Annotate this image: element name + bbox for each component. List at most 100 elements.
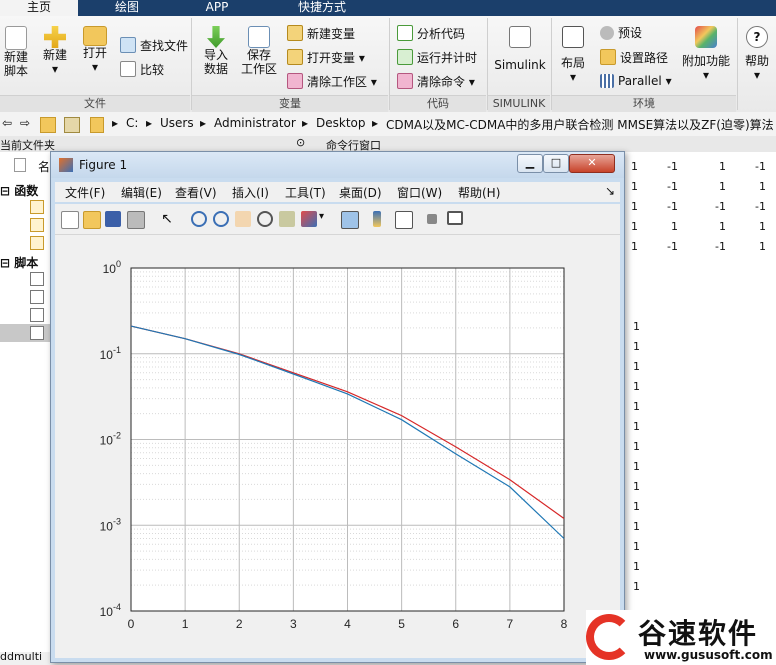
maximize-button[interactable]: □ (543, 154, 569, 173)
function-file-icon[interactable] (30, 200, 44, 214)
save-icon[interactable] (105, 211, 121, 227)
command-output-matrix: 1 -1 1 -1 1 -1 1 1 1 -1 -1 -1 1 1 1 1 1 -1 -1 1 (600, 160, 776, 270)
menu-edit[interactable]: 编辑(E) (121, 184, 162, 201)
add-ons-button[interactable]: 附加功能 ▾ (678, 26, 734, 82)
menu-file[interactable]: 文件(F) (65, 184, 105, 201)
pointer-icon[interactable]: ↖ (159, 211, 175, 227)
menu-desktop[interactable]: 桌面(D) (339, 184, 382, 201)
compare-label: 比较 (140, 63, 165, 77)
x-tick-label: 2 (236, 617, 243, 631)
open-file-icon[interactable] (83, 211, 101, 229)
pane-menu-icon[interactable]: ⊙ (296, 136, 305, 149)
figure-window[interactable]: Figure 1 ▁ □ ✕ 文件(F) 编辑(E) 查看(V) 插入(I) 工… (50, 151, 625, 663)
tree-node-scripts[interactable]: ⊟ 脚本 (0, 254, 38, 271)
new-script-icon (5, 26, 27, 50)
menu-window[interactable]: 窗口(W) (397, 184, 442, 201)
help-label: 帮助 (744, 54, 769, 68)
clear-workspace-button[interactable]: 清除工作区 ▾ (287, 73, 377, 90)
close-button[interactable]: ✕ (569, 154, 615, 173)
legend-icon[interactable] (395, 211, 413, 229)
chevron-down-icon[interactable]: ▾ (319, 211, 335, 227)
function-file-icon[interactable] (30, 218, 44, 232)
tab-apps[interactable]: APP (176, 0, 258, 16)
colorbar-icon[interactable] (373, 211, 381, 227)
y-tick-label: 10-4 (100, 602, 121, 619)
parallel-button[interactable]: Parallel ▾ (600, 73, 672, 89)
zoom-in-icon[interactable] (191, 211, 207, 227)
new-script-label: 新建 脚本 (3, 50, 28, 78)
import-data-button[interactable]: 导入 数据 (198, 26, 234, 76)
menu-view[interactable]: 查看(V) (175, 184, 217, 201)
breadcrumb-item[interactable]: CDMA以及MC-CDMA中的多用户联合检测 MMSE算法以及ZF(迫零)算法 (386, 116, 776, 133)
breadcrumb-item[interactable]: Users (160, 116, 194, 130)
minimize-button[interactable]: ▁ (517, 154, 543, 173)
open-variable-button[interactable]: 打开变量 ▾ (287, 49, 365, 66)
forward-icon[interactable]: ⇨ (20, 116, 30, 130)
name-column-header[interactable]: 名 (38, 158, 50, 175)
selected-file-row[interactable] (0, 324, 52, 342)
group-label-environment: 环境 (552, 95, 736, 112)
tree-node-functions[interactable]: ⊟ 函数 (0, 182, 38, 199)
semilog-plot[interactable]: 0 1 2 3 4 5 6 7 8 10-4 10-3 10-2 10-1 100 (55, 235, 620, 658)
breadcrumb-item[interactable]: Desktop (316, 116, 366, 130)
bottom-file-name: ddmulti (0, 650, 43, 663)
dock-arrow-icon[interactable]: ↘ (605, 184, 615, 198)
ribbon-tab-bar: 主页 绘图 APP 快捷方式 (0, 0, 776, 16)
breadcrumb-item[interactable]: C: (126, 116, 138, 130)
y-tick-label: 10-3 (100, 516, 121, 533)
matrix-cell: 1 (719, 180, 726, 193)
find-files-button[interactable]: 查找文件 (120, 37, 188, 54)
script-file-icon[interactable] (30, 272, 44, 286)
browse-folder-icon[interactable] (64, 117, 80, 133)
simulink-button[interactable]: Simulink (494, 26, 546, 72)
brush-icon[interactable] (301, 211, 317, 227)
compare-button[interactable]: 比较 (120, 61, 164, 78)
matrix-cell: -1 (755, 160, 766, 173)
tab-shortcuts[interactable]: 快捷方式 (266, 0, 378, 16)
preferences-button[interactable]: 预设 (600, 25, 642, 41)
set-path-button[interactable]: 设置路径 (600, 49, 668, 66)
run-and-time-label: 运行并计时 (417, 51, 478, 65)
chevron-down-icon: ▾ (665, 74, 672, 88)
zoom-out-icon[interactable] (213, 211, 229, 227)
tab-plots[interactable]: 绘图 (86, 0, 168, 16)
data-cursor-icon[interactable] (279, 211, 295, 227)
rotate-3d-icon[interactable] (257, 211, 273, 227)
analyze-code-button[interactable]: 分析代码 (397, 25, 465, 42)
save-workspace-button[interactable]: 保存 工作区 (240, 26, 278, 76)
print-icon[interactable] (127, 211, 145, 229)
hide-plot-tools-icon[interactable] (427, 214, 437, 224)
clear-commands-button[interactable]: 清除命令 ▾ (397, 73, 475, 90)
layout-button[interactable]: 布局 ▾ (558, 26, 588, 84)
new-label: 新建 (42, 48, 67, 62)
gear-icon (600, 26, 614, 40)
menu-help[interactable]: 帮助(H) (458, 184, 500, 201)
script-file-icon[interactable] (30, 308, 44, 322)
pan-icon[interactable] (235, 211, 251, 227)
layout-icon (562, 26, 584, 48)
back-icon[interactable]: ⇦ (2, 116, 12, 130)
figure-titlebar[interactable]: Figure 1 ▁ □ ✕ (51, 152, 624, 178)
new-figure-icon[interactable] (61, 211, 79, 229)
menu-tools[interactable]: 工具(T) (285, 184, 326, 201)
help-button[interactable]: ? 帮助 ▾ (740, 26, 774, 82)
find-files-icon (120, 37, 136, 53)
run-and-time-button[interactable]: 运行并计时 (397, 49, 477, 66)
menu-insert[interactable]: 插入(I) (232, 184, 269, 201)
link-plot-icon[interactable] (341, 211, 359, 229)
tree-node-label: 函数 (14, 184, 39, 198)
x-tick-label: 5 (398, 617, 405, 631)
up-folder-icon[interactable] (40, 117, 56, 133)
breadcrumb-item[interactable]: Administrator (214, 116, 296, 130)
group-label-file: 文件 (0, 95, 190, 112)
new-script-button[interactable]: 新建 脚本 (2, 26, 30, 78)
new-button[interactable]: 新建 ▾ (38, 26, 72, 76)
matrix-cell: 1 (671, 220, 678, 233)
clear-commands-icon (397, 73, 413, 89)
function-file-icon[interactable] (30, 236, 44, 250)
show-plot-tools-icon[interactable] (447, 211, 463, 225)
new-variable-button[interactable]: 新建变量 (287, 25, 355, 42)
script-file-icon[interactable] (30, 290, 44, 304)
open-button[interactable]: 打开 ▾ (78, 26, 112, 74)
tab-home[interactable]: 主页 (0, 0, 78, 16)
